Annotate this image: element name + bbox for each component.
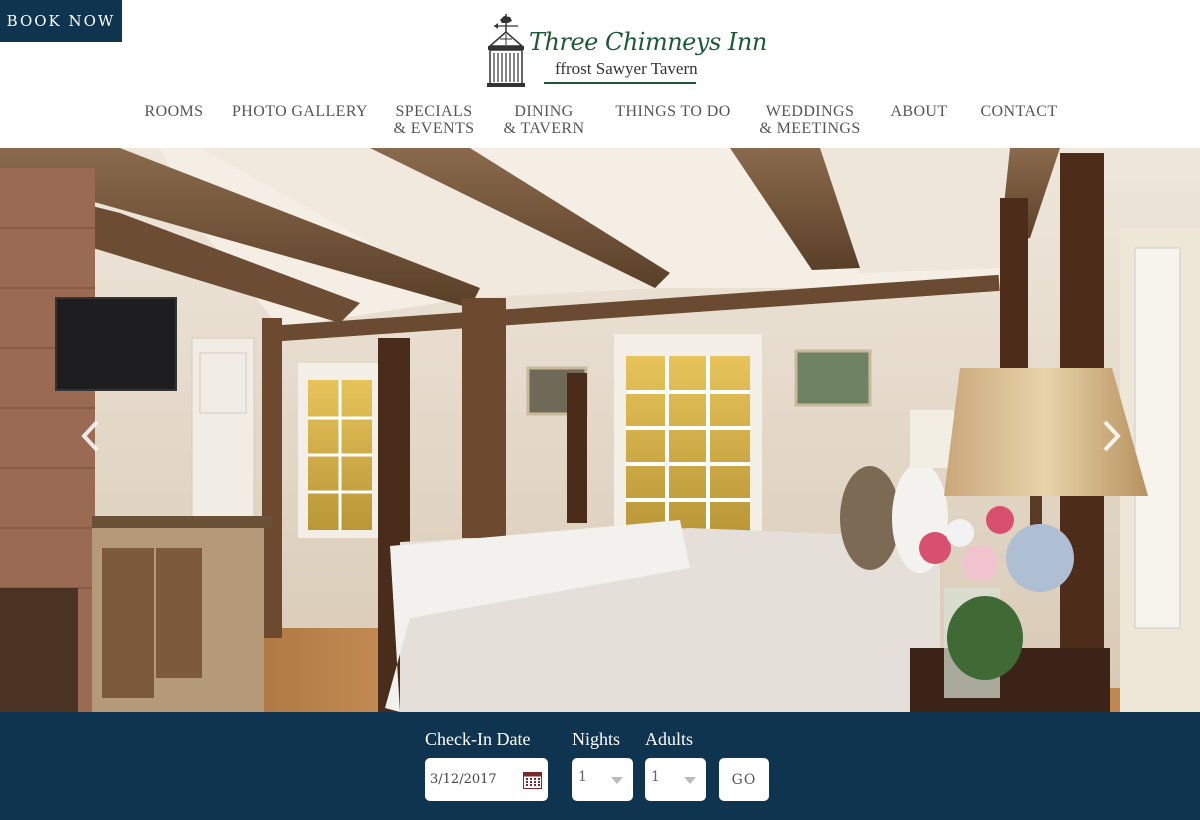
chevron-right-icon [1103,420,1121,452]
calendar-icon[interactable] [523,770,542,789]
main-nav: ROOMS PHOTO GALLERY SPECIALS & EVENTS DI… [0,103,1200,143]
hero-bedroom-photo [0,148,1200,712]
adults-label: Adults [645,729,694,749]
book-now-button[interactable]: BOOK NOW [0,0,122,42]
nav-item-about[interactable]: ABOUT [890,103,947,120]
nav-item-photo-gallery[interactable]: PHOTO GALLERY [232,103,368,120]
adults-value: 1 [651,769,660,785]
nav-item-dining-tavern[interactable]: DINING & TAVERN [504,103,585,137]
checkin-date-input[interactable] [430,772,518,787]
checkin-label: Check-In Date [425,729,531,749]
slide-prev-arrow[interactable] [72,418,108,454]
nav-item-rooms[interactable]: ROOMS [145,103,204,120]
chevron-down-icon [611,777,623,784]
site-header: BOOK NOW Three Chimneys Inn ffrost Sawye… [0,0,1200,148]
nights-select[interactable]: 1 [572,758,633,801]
logo-title: Three Chimneys Inn [529,28,767,56]
slide-next-arrow[interactable] [1094,418,1130,454]
nav-item-things-to-do[interactable]: THINGS TO DO [615,103,730,120]
site-logo[interactable]: Three Chimneys Inn ffrost Sawyer Tavern [482,12,767,88]
nights-label: Nights [572,729,621,749]
chevron-down-icon [684,777,696,784]
chevron-left-icon [81,420,99,452]
nights-value: 1 [578,769,587,785]
hero-slideshow [0,148,1200,712]
checkin-date-field[interactable] [425,758,548,801]
logo-underline [544,82,696,84]
nav-item-specials-events[interactable]: SPECIALS & EVENTS [394,103,475,137]
go-button[interactable]: GO [719,758,769,801]
nav-item-weddings-meetings[interactable]: WEDDINGS & MEETINGS [759,103,860,137]
adults-select[interactable]: 1 [645,758,706,801]
booking-bar: Check-In Date Nights Adults 1 1 GO [0,712,1200,820]
nav-item-contact[interactable]: CONTACT [980,103,1057,120]
cupola-weathervane-icon [487,14,525,87]
logo-subtitle: ffrost Sawyer Tavern [555,59,698,78]
